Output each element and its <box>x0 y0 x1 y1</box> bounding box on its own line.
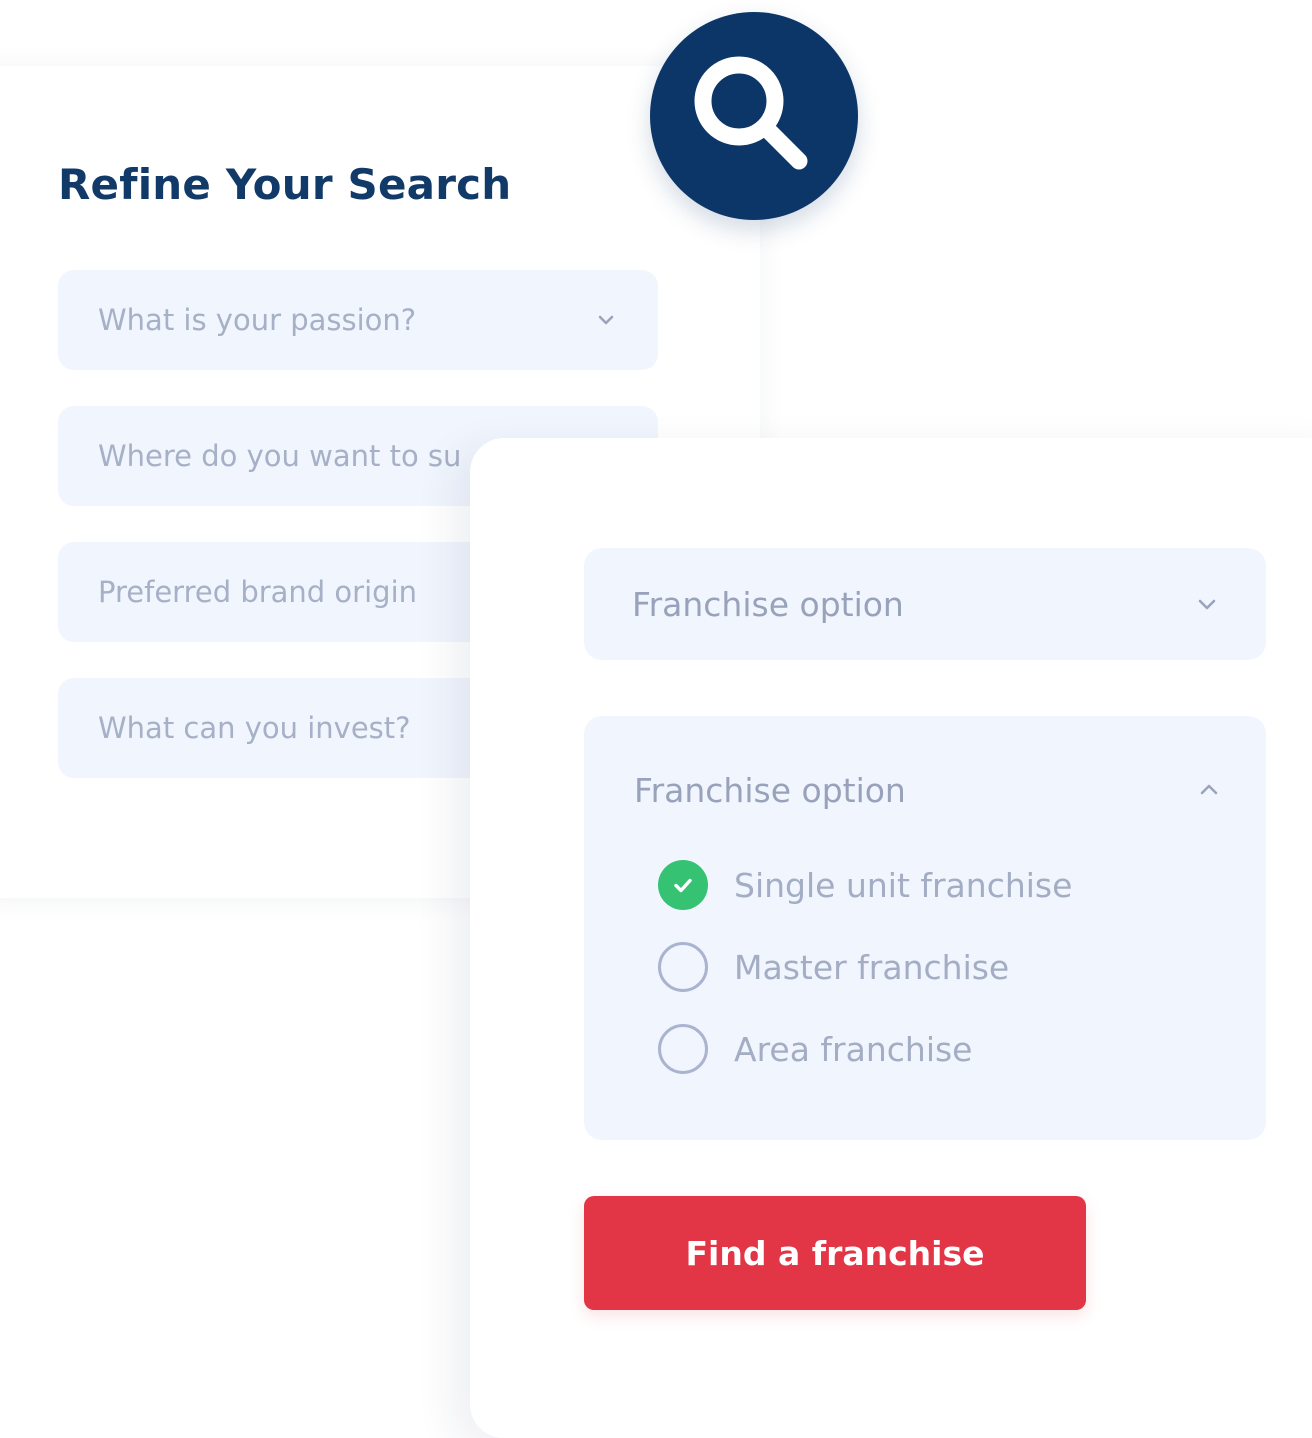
radio-circle-icon[interactable] <box>658 942 708 992</box>
radio-circle-icon[interactable] <box>658 1024 708 1074</box>
passion-select-label: What is your passion? <box>98 303 417 337</box>
search-badge <box>650 12 858 220</box>
investment-select-label: What can you invest? <box>98 711 411 745</box>
find-franchise-button[interactable]: Find a franchise <box>584 1196 1086 1310</box>
chevron-down-icon <box>1198 599 1216 610</box>
brand-origin-select-label: Preferred brand origin <box>98 575 417 609</box>
passion-select[interactable]: What is your passion? <box>58 270 658 370</box>
option-label: Master franchise <box>734 947 1010 987</box>
page-title: Refine Your Search <box>58 160 512 209</box>
option-single-unit-franchise[interactable]: Single unit franchise <box>658 858 1072 912</box>
check-circle-icon[interactable] <box>658 860 708 910</box>
option-label: Single unit franchise <box>734 865 1073 905</box>
option-area-franchise[interactable]: Area franchise <box>658 1022 972 1076</box>
chevron-up-icon <box>1200 784 1218 795</box>
chevron-down-icon <box>598 315 614 325</box>
option-label: Area franchise <box>734 1029 973 1069</box>
location-select-label: Where do you want to su <box>98 439 462 473</box>
franchise-option-select-expanded: Franchise option Single unit franchise M… <box>584 716 1266 1140</box>
franchise-option-select-header-label: Franchise option <box>634 770 906 810</box>
franchise-option-select-header[interactable]: Franchise option <box>634 768 1220 812</box>
franchise-option-select-collapsed[interactable]: Franchise option <box>584 548 1266 660</box>
search-icon <box>694 56 808 170</box>
franchise-option-select-label: Franchise option <box>632 584 904 624</box>
option-master-franchise[interactable]: Master franchise <box>658 940 1009 994</box>
checkmark-icon <box>674 878 692 893</box>
